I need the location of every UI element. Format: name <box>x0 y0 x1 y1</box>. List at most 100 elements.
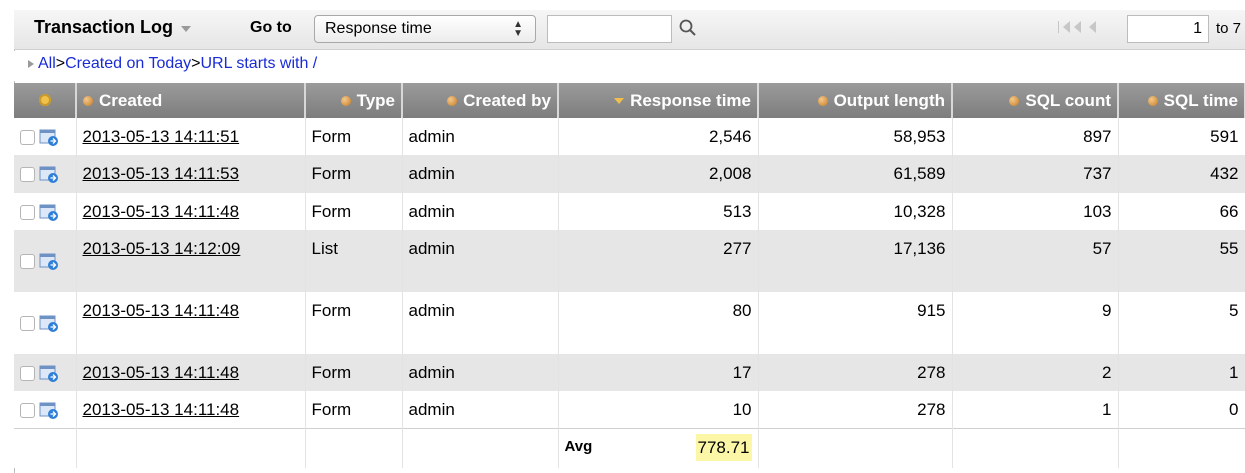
previous-page-icon[interactable] <box>1089 21 1096 33</box>
list-title: Transaction Log <box>34 17 174 37</box>
column-settings-header[interactable] <box>14 83 77 118</box>
created-link[interactable]: 2013-05-13 14:11:51 <box>83 127 240 146</box>
page-number-input[interactable]: 1 <box>1127 15 1209 43</box>
created-by-cell: admin <box>402 354 559 391</box>
first-page-arrow-icon[interactable] <box>1063 21 1070 33</box>
breadcrumb-expand-icon[interactable] <box>28 59 34 68</box>
column-header-output-length[interactable]: Output length <box>758 83 953 118</box>
output-length-cell: 58,953 <box>758 118 953 155</box>
response-time-cell: 10 <box>558 391 759 428</box>
row-checkbox[interactable] <box>20 366 35 382</box>
response-time-cell: 277 <box>558 230 759 292</box>
goto-field-select[interactable]: Response time ▲ ▼ <box>314 15 536 43</box>
row-select-cell <box>14 193 77 230</box>
chevron-down-icon <box>181 25 192 32</box>
type-cell: Form <box>305 354 403 391</box>
sort-icon <box>817 96 828 107</box>
row-checkbox[interactable] <box>20 316 35 332</box>
created-link[interactable]: 2013-05-13 14:11:48 <box>83 400 240 419</box>
response-time-cell: 80 <box>558 292 759 354</box>
table-row: 2013-05-13 14:11:51 Form admin 2,546 58,… <box>14 118 1245 155</box>
first-page-arrow-icon-2[interactable] <box>1074 21 1081 33</box>
created-by-cell: admin <box>402 155 559 193</box>
column-header-created[interactable]: Created <box>76 83 306 118</box>
detail-icon[interactable] <box>39 166 59 184</box>
pager-nav <box>1058 21 1096 33</box>
detail-icon[interactable] <box>39 129 59 147</box>
search-input[interactable] <box>547 15 672 43</box>
column-header-label: SQL time <box>1163 90 1238 110</box>
detail-icon[interactable] <box>39 253 59 271</box>
transaction-table: Created Type Created by Response time Ou… <box>14 83 1245 468</box>
column-header-label: SQL count <box>1025 90 1111 110</box>
column-header-label: Type <box>356 90 395 110</box>
column-header-sql-count[interactable]: SQL count <box>952 83 1119 118</box>
created-link[interactable]: 2013-05-13 14:12:09 <box>83 239 241 258</box>
sort-icon <box>1009 96 1020 107</box>
table-row: 2013-05-13 14:11:53 Form admin 2,008 61,… <box>14 155 1245 193</box>
breadcrumb-separator: > <box>55 55 66 72</box>
created-cell: 2013-05-13 14:11:48 <box>76 354 306 391</box>
list-title-menu[interactable]: Transaction Log <box>34 17 192 38</box>
column-header-label: Output length <box>833 90 945 110</box>
row-checkbox[interactable] <box>20 254 35 270</box>
output-length-cell: 278 <box>758 391 953 428</box>
detail-icon[interactable] <box>39 402 59 420</box>
breadcrumb-item-url-filter[interactable]: URL starts with / <box>200 55 317 72</box>
footer-cell <box>305 427 403 468</box>
sql-count-cell: 57 <box>952 230 1119 292</box>
detail-icon[interactable] <box>39 315 59 333</box>
created-by-cell: admin <box>402 230 559 292</box>
column-header-type[interactable]: Type <box>305 83 403 118</box>
avg-label: Avg <box>564 438 593 456</box>
created-link[interactable]: 2013-05-13 14:11:48 <box>83 363 240 382</box>
column-header-response-time[interactable]: Response time <box>558 83 759 118</box>
breadcrumb-item-all[interactable]: All <box>38 55 56 72</box>
row-select-cell <box>14 118 77 155</box>
breadcrumb-item-created-today[interactable]: Created on Today <box>65 55 191 72</box>
table-row: 2013-05-13 14:11:48 Form admin 10 278 1 … <box>14 391 1245 428</box>
column-header-label: Response time <box>630 90 751 110</box>
created-cell: 2013-05-13 14:12:09 <box>76 230 306 292</box>
goto-field-value: Response time <box>325 20 432 37</box>
table-header-row: Created Type Created by Response time Ou… <box>14 83 1245 118</box>
created-link[interactable]: 2013-05-13 14:11:53 <box>83 164 240 183</box>
row-select-cell <box>14 391 77 428</box>
created-cell: 2013-05-13 14:11:48 <box>76 292 306 354</box>
row-checkbox[interactable] <box>20 205 35 221</box>
footer-cell <box>14 427 77 468</box>
sql-count-cell: 103 <box>952 193 1119 230</box>
detail-icon[interactable] <box>39 365 59 383</box>
response-time-cell: 513 <box>558 193 759 230</box>
table-row: 2013-05-13 14:11:48 Form admin 513 10,32… <box>14 193 1245 230</box>
column-header-created-by[interactable]: Created by <box>402 83 559 118</box>
row-select-cell <box>14 155 77 193</box>
created-by-cell: admin <box>402 292 559 354</box>
sql-time-cell: 55 <box>1118 230 1245 292</box>
created-by-cell: admin <box>402 118 559 155</box>
first-page-icon[interactable] <box>1058 21 1059 33</box>
output-length-cell: 915 <box>758 292 953 354</box>
created-link[interactable]: 2013-05-13 14:11:48 <box>83 301 240 320</box>
type-cell: Form <box>305 155 403 193</box>
table-footer-row: Avg 778.71 <box>14 427 1245 468</box>
row-select-cell <box>14 354 77 391</box>
search-icon[interactable] <box>678 18 698 38</box>
detail-icon[interactable] <box>39 204 59 222</box>
footer-cell <box>1118 427 1245 468</box>
response-time-cell: 2,546 <box>558 118 759 155</box>
breadcrumb: All>Created on Today>URL starts with / <box>14 51 1245 81</box>
column-header-sql-time[interactable]: SQL time <box>1118 83 1245 118</box>
table-row: 2013-05-13 14:11:48 Form admin 17 278 2 … <box>14 354 1245 391</box>
row-checkbox[interactable] <box>20 130 35 146</box>
created-cell: 2013-05-13 14:11:53 <box>76 155 306 193</box>
row-checkbox[interactable] <box>20 403 35 419</box>
page-range-text: to 7 of <box>1216 20 1245 37</box>
footer-cell <box>758 427 953 468</box>
avg-value: 778.71 <box>695 434 752 462</box>
created-link[interactable]: 2013-05-13 14:11:48 <box>83 202 240 221</box>
sql-time-cell: 5 <box>1118 292 1245 354</box>
row-checkbox[interactable] <box>20 167 35 183</box>
sql-count-cell: 2 <box>952 354 1119 391</box>
type-cell: List <box>305 230 403 292</box>
